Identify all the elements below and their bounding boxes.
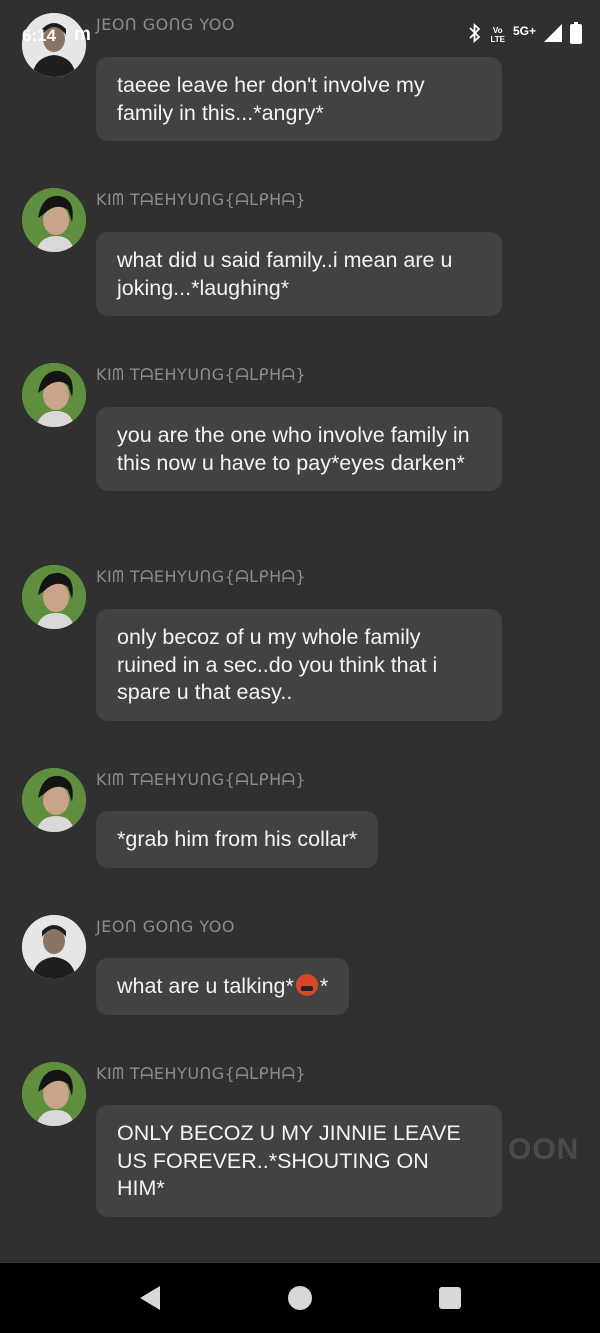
- message-bubble[interactable]: taeee leave her don't involve my family …: [96, 57, 502, 141]
- taehyung-avatar[interactable]: [22, 1062, 86, 1126]
- sender-name: KIᗰ TᗩEHYUᑎG{ᗩᒪᑭHᗩ}: [96, 770, 307, 789]
- network-type: 5G+: [512, 24, 536, 38]
- home-icon: [288, 1286, 312, 1310]
- navigation-bar: [0, 1263, 600, 1333]
- message-bubble[interactable]: what did u said family..i mean are u jok…: [96, 232, 502, 316]
- sender-name: KIᗰ TᗩEHYUᑎG{ᗩᒪᑭHᗩ}: [96, 1064, 307, 1083]
- taehyung-avatar[interactable]: [22, 565, 86, 629]
- recents-button[interactable]: [430, 1278, 470, 1318]
- message-text: *: [319, 974, 329, 998]
- home-button[interactable]: [280, 1278, 320, 1318]
- sender-name: JEOᑎ GOᑎG YOO: [96, 15, 235, 34]
- sender-name: JEOᑎ GOᑎG YOO: [96, 917, 235, 936]
- volte-indicator: Vo LTE: [490, 26, 505, 44]
- bluetooth-icon: [468, 22, 482, 48]
- taehyung-avatar[interactable]: [22, 188, 86, 252]
- message-bubble[interactable]: only becoz of u my whole family ruined i…: [96, 609, 502, 721]
- message-bubble[interactable]: you are the one who involve family in th…: [96, 407, 502, 491]
- status-time: 6:14: [22, 26, 57, 45]
- message-bubble[interactable]: what are u talking* *: [96, 958, 350, 1015]
- gong-avatar[interactable]: [22, 915, 86, 979]
- recents-icon: [439, 1287, 461, 1309]
- sender-name: KIᗰ TᗩEHYUᑎG{ᗩᒪᑭHᗩ}: [96, 190, 307, 209]
- status-right-group: Vo LTE 5G+: [468, 21, 582, 49]
- app-notification-icon: m: [74, 24, 91, 45]
- cursing-face-emoji: [295, 974, 318, 996]
- message-bubble[interactable]: *grab him from his collar*: [96, 811, 379, 868]
- message-bubble[interactable]: ONLY BECOZ U MY JINNIE LEAVE US FOREVER.…: [96, 1105, 502, 1217]
- watermark: OON: [508, 1133, 580, 1166]
- sender-name: KIᗰ TᗩEHYUᑎG{ᗩᒪᑭHᗩ}: [96, 365, 307, 384]
- sender-name: KIᗰ TᗩEHYUᑎG{ᗩᒪᑭHᗩ}: [96, 567, 307, 586]
- message-text: what are u talking*: [117, 974, 294, 998]
- signal-icon: [544, 23, 562, 47]
- taehyung-avatar[interactable]: [22, 363, 86, 427]
- back-button[interactable]: [130, 1278, 170, 1318]
- battery-icon: [570, 21, 582, 49]
- back-icon: [140, 1286, 160, 1310]
- taehyung-avatar[interactable]: [22, 768, 86, 832]
